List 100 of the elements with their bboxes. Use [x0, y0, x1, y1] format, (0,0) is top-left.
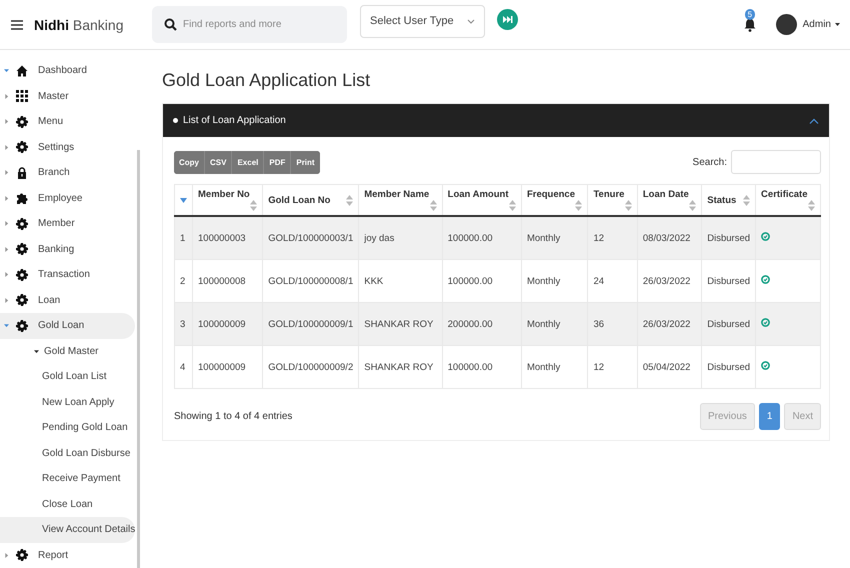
- scrollbar[interactable]: [137, 150, 140, 568]
- table-cell: Monthly: [521, 346, 588, 388]
- search-label: Search:: [692, 156, 727, 168]
- sort-icon: [808, 200, 815, 211]
- sidebar-item[interactable]: Master: [0, 84, 135, 109]
- table-cell: 08/03/2022: [637, 216, 702, 260]
- collapse-icon[interactable]: [809, 118, 819, 124]
- sort-icon: [430, 200, 437, 211]
- sidebar-item[interactable]: Gold Loan List: [0, 364, 135, 390]
- sidebar-item[interactable]: Menu: [0, 109, 135, 134]
- table-cell: Disbursed: [702, 302, 756, 346]
- caret-right-icon: [4, 94, 9, 99]
- sidebar-item[interactable]: Employee: [0, 186, 135, 211]
- sidebar-item[interactable]: View Account Details: [0, 517, 135, 542]
- table-search-field[interactable]: [731, 150, 821, 174]
- table-cell: Disbursed: [702, 346, 756, 388]
- sidebar-item[interactable]: Settings: [0, 134, 135, 160]
- caret-right-icon: [4, 221, 9, 226]
- settings-icon: [16, 116, 28, 128]
- table-cell: 12: [588, 216, 638, 260]
- settings-icon: [16, 320, 28, 332]
- sidebar-item[interactable]: Dashboard: [0, 58, 135, 84]
- caret-right-icon: [4, 170, 9, 176]
- sidebar-item[interactable]: Pending Gold Loan: [0, 415, 135, 440]
- sidebar-item[interactable]: Gold Loan Disburse: [0, 440, 135, 466]
- caret-right-icon: [4, 144, 9, 150]
- table-cell: joy das: [358, 216, 442, 260]
- bell-icon[interactable]: [744, 17, 756, 32]
- table-cell: 100000.00: [442, 216, 522, 260]
- certificate-icon[interactable]: [761, 232, 770, 241]
- settings-icon: [16, 218, 28, 230]
- table-cell: Monthly: [521, 302, 588, 346]
- table-cell: 36: [588, 302, 638, 346]
- home-icon: [16, 64, 28, 77]
- table-cell: SHANKAR ROY: [358, 346, 442, 388]
- entries-info: Showing 1 to 4 of 4 entries: [174, 411, 292, 422]
- caret-down-icon: [4, 68, 9, 74]
- certificate-icon[interactable]: [761, 361, 770, 370]
- sort-icon: [689, 200, 696, 211]
- table-cell: 3: [174, 302, 192, 346]
- sort-icon: [250, 200, 258, 211]
- sort-desc-icon: [180, 198, 187, 202]
- fast-forward-button[interactable]: [497, 9, 518, 30]
- table-cell: 4: [174, 346, 192, 388]
- settings-icon: [16, 294, 28, 306]
- table-cell: Monthly: [521, 216, 588, 260]
- puzzle-icon: [16, 192, 28, 204]
- bullet-icon: [173, 118, 178, 123]
- lock-icon: [16, 166, 28, 179]
- sidebar-item[interactable]: Banking: [0, 236, 135, 262]
- caret-right-icon: [4, 272, 9, 278]
- settings-icon: [16, 243, 28, 256]
- caret-right-icon: [4, 196, 9, 201]
- sidebar-item[interactable]: Report: [0, 542, 135, 568]
- settings-icon: [16, 268, 28, 281]
- caret-down-icon: [4, 323, 9, 328]
- menu-icon[interactable]: [11, 20, 23, 30]
- table-cell: SHANKAR ROY: [358, 302, 442, 346]
- caret-icon[interactable]: [835, 23, 840, 26]
- sidebar-item[interactable]: Branch: [0, 160, 135, 186]
- brand-logo: Nidhi Banking: [34, 16, 124, 32]
- table-cell: 100000003: [192, 216, 263, 260]
- table-cell: 12: [588, 346, 638, 388]
- settings-icon: [16, 141, 28, 154]
- user-type-select[interactable]: Select User Type: [360, 4, 485, 38]
- table-cell: GOLD/100000009/1: [262, 302, 359, 346]
- sort-icon: [624, 200, 632, 211]
- caret-down-icon: [34, 348, 39, 354]
- sort-icon: [346, 194, 354, 206]
- sort-icon: [508, 200, 516, 211]
- sidebar-item[interactable]: Gold Loan: [0, 313, 135, 338]
- table-cell: Disbursed: [702, 216, 756, 260]
- sidebar-item[interactable]: Member: [0, 211, 135, 236]
- caret-right-icon: [4, 298, 9, 303]
- certificate-icon[interactable]: [761, 318, 770, 327]
- sidebar-item[interactable]: Gold Master: [0, 338, 135, 364]
- grid-icon: [16, 90, 28, 102]
- notification-badge: 5: [744, 9, 756, 20]
- sort-icon: [575, 200, 582, 211]
- table-cell: 2: [174, 260, 192, 302]
- search-field[interactable]: Find reports and more: [152, 6, 347, 43]
- sidebar-item[interactable]: Transaction: [0, 262, 135, 288]
- sidebar-item[interactable]: Receive Payment: [0, 466, 135, 492]
- card-title: List of Loan Application: [183, 115, 287, 126]
- certificate-icon[interactable]: [761, 275, 770, 284]
- table-cell: GOLD/100000009/2: [262, 346, 359, 388]
- settings-icon: [16, 549, 28, 562]
- table-cell: 05/04/2022: [637, 346, 702, 388]
- user-menu[interactable]: Admin: [802, 19, 831, 30]
- table-cell: GOLD/100000003/1: [262, 216, 359, 260]
- table-cell: 1: [174, 216, 192, 260]
- sidebar-item[interactable]: New Loan Apply: [0, 390, 135, 415]
- page-title: Gold Loan Application List: [162, 70, 372, 91]
- caret-right-icon: [4, 246, 9, 252]
- export-button[interactable]: Copy: [174, 150, 205, 174]
- avatar-silhouette: [776, 14, 797, 35]
- sidebar-item[interactable]: Close Loan: [0, 492, 135, 517]
- table-cell: 100000009: [192, 346, 263, 388]
- chevron-down-icon: [467, 18, 475, 24]
- sidebar-item[interactable]: Loan: [0, 288, 135, 313]
